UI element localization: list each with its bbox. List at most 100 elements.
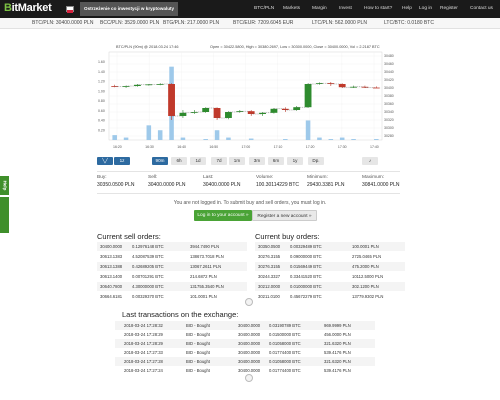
nav-invest[interactable]: Invest [339, 0, 352, 18]
stat-value: 29430.3381 PLN [307, 182, 345, 188]
y-tick-left: 0.80 [98, 99, 105, 103]
nav-contact[interactable]: Contact us [470, 0, 493, 18]
register-button[interactable]: Register a new account » [252, 210, 317, 221]
candle-body [270, 108, 278, 113]
range-button-1d[interactable]: 1d [190, 157, 206, 165]
order-price: 30212.0000 [258, 284, 281, 289]
y-tick-right: 30300 [384, 126, 394, 130]
sell-order-row[interactable]: 30613.1388 0.42689205 BTC 13067.2611 PLN [97, 262, 247, 271]
stat-label: Volume: [256, 175, 274, 180]
nav-login[interactable]: Log in [419, 0, 432, 18]
x-tick: 16:40 [177, 145, 186, 149]
tx-price: 30400.0000 [238, 341, 261, 346]
y-tick-right: 30340 [384, 110, 394, 114]
nav-how-to-start[interactable]: How to start? [364, 0, 392, 18]
tx-type: BID - Bought [186, 323, 210, 328]
stat-label: Buy: [97, 175, 107, 180]
chat-side-tab-label: Rzuć na czat [11, 201, 17, 229]
volume-bar [214, 130, 220, 140]
sell-order-row[interactable]: 30664.6181 0.00329370 BTC 101.0001 PLN [97, 292, 247, 301]
sell-order-row[interactable]: 30640.7800 4.30000000 BTC 131755.3540 PLN [97, 282, 247, 291]
candle-body [247, 111, 255, 114]
sell-order-row[interactable]: 30613.1383 4.52087539 BTC 138673.7018 PLN [97, 252, 247, 261]
volume-bar [351, 139, 356, 140]
ticker-item[interactable]: LTC/PLN: 562.0000 PLN [312, 18, 367, 29]
polish-flag-icon[interactable] [66, 6, 74, 13]
login-button[interactable]: Log in to your account » [194, 210, 252, 221]
range-button-7d[interactable]: 7d [211, 157, 227, 165]
ticker-item[interactable]: BTC/EUR: 7209.6045 EUR [233, 18, 293, 29]
buy-order-row[interactable]: 30276.3155 0.01569449 BTC 475.2000 PLN [255, 262, 405, 271]
y-tick-left: 0.60 [98, 109, 105, 113]
y-tick-left: 1.00 [98, 89, 105, 93]
order-price: 30640.7800 [100, 284, 123, 289]
tx-time: 2018-03-24 17:27:28 [124, 359, 163, 364]
order-amount: 0.00329370 BTC [132, 294, 164, 299]
line-chart-toggle[interactable]: ╲╱ [97, 157, 113, 165]
range-button-6m[interactable]: 6m [268, 157, 284, 165]
transaction-row[interactable]: 2018-03-24 17:28:29 BID - Bought 30400.000… [115, 330, 375, 339]
alert-bell-icon[interactable]: ♪ [362, 157, 378, 165]
sell-order-row[interactable]: 30400.0000 0.12976148 BTC 3944.7490 PLN [97, 242, 247, 251]
order-price: 30211.0100 [258, 294, 280, 299]
candle-chart-toggle[interactable]: 1z [114, 157, 130, 165]
candle-body [225, 112, 232, 118]
y-tick-left: 1.20 [98, 80, 105, 84]
nav-btc-pln[interactable]: BTC/PLN [254, 0, 274, 18]
scroll-handle[interactable] [245, 298, 253, 306]
buy-order-row[interactable]: 30276.3155 0.09000000 BTC 2725.0465 PLN [255, 252, 405, 261]
nav-markets[interactable]: Markets [283, 0, 300, 18]
range-button-3m[interactable]: 3m [249, 157, 265, 165]
range-button-90m[interactable]: 90m [152, 157, 168, 165]
nav-margin[interactable]: Margin [312, 0, 327, 18]
bitmarket-logo[interactable]: BitMarket [4, 2, 52, 14]
order-amount: 4.52087539 BTC [132, 254, 164, 259]
order-price: 30350.0500 [258, 244, 281, 249]
tx-price: 30400.0000 [238, 359, 261, 364]
stat-label: Last: [203, 175, 214, 180]
candle-body [372, 87, 380, 89]
nav-register[interactable]: Register [440, 0, 458, 18]
order-price: 30244.3327 [258, 274, 281, 279]
y-tick-left: 0.20 [98, 128, 105, 132]
order-total: 3944.7490 PLN [190, 244, 220, 249]
buy-order-row[interactable]: 30244.3327 0.33441520 BTC 10112.5000 PLN [255, 272, 405, 281]
x-tick: 17:10 [274, 145, 283, 149]
transaction-row[interactable]: 2018-03-24 17:28:29 BID - Bought 30400.000… [115, 339, 375, 348]
crypto-warning-banner[interactable]: Ostrzeżenie co inwestycji w kryptowaluty [80, 2, 179, 16]
y-tick-left: 1.60 [98, 60, 105, 64]
price-chart[interactable]: 30480 30460 30440 30420 30400 30380 30360 30340… [97, 43, 400, 152]
transaction-row[interactable]: 2018-03-24 17:27:24 BID - Bought 30400.000… [115, 366, 375, 375]
help-side-tab[interactable]: Help [0, 176, 9, 195]
ticker-item[interactable]: BTG/PLN: 217.0000 PLN [163, 18, 219, 29]
transaction-row[interactable]: 2018-03-24 17:28:32 BID - Bought 30400.000… [115, 321, 375, 330]
transaction-row[interactable]: 2018-03-24 17:27:28 BID - Bought 30400.000… [115, 357, 375, 366]
ticker-item[interactable]: LTC/BTC: 0.0180 BTC [384, 18, 434, 29]
y-tick-right: 30280 [384, 134, 394, 138]
transaction-row[interactable]: 2018-03-24 17:27:33 BID - Bought 30400.000… [115, 348, 375, 357]
buy-order-row[interactable]: 30211.0100 0.45672279 BTC 13779.9302 PLN [255, 292, 405, 301]
buy-order-row[interactable]: 30212.0000 0.01000000 BTC 302.1200 PLN [255, 282, 405, 291]
order-total: 13779.9302 PLN [352, 294, 384, 299]
stat-value: 30400.0000 PLN [148, 182, 186, 188]
stat-label: Maximum: [362, 175, 385, 180]
volume-bar [305, 120, 311, 140]
candle-body [168, 84, 175, 116]
stat-buy: Buy: 30350.0500 PLN [97, 175, 135, 188]
buy-order-row[interactable]: 30350.0500 0.00329489 BTC 100.0001 PLN [255, 242, 405, 251]
range-button-1y[interactable]: 1y [287, 157, 303, 165]
chat-side-tab[interactable]: Rzuć na czat [0, 197, 17, 233]
nav-help[interactable]: Help [402, 0, 412, 18]
stat-value: 30841.0000 PLN [362, 182, 400, 188]
ticker-item[interactable]: BCC/PLN: 3529.0000 PLN [100, 18, 159, 29]
order-total: 101.0001 PLN [190, 294, 217, 299]
range-button-6h[interactable]: 6h [171, 157, 187, 165]
sell-order-row[interactable]: 30613.1400 0.00701291 BTC 214.6872 PLN [97, 272, 247, 281]
range-button-dp[interactable]: Dp. [308, 157, 324, 165]
range-button-1m[interactable]: 1m [229, 157, 245, 165]
y-tick-left: 0.40 [98, 119, 105, 123]
scroll-handle[interactable] [245, 374, 253, 382]
y-tick-right: 30360 [384, 102, 394, 106]
candle-body [304, 84, 312, 108]
ticker-item[interactable]: BTC/PLN: 30400.0000 PLN [32, 18, 93, 29]
